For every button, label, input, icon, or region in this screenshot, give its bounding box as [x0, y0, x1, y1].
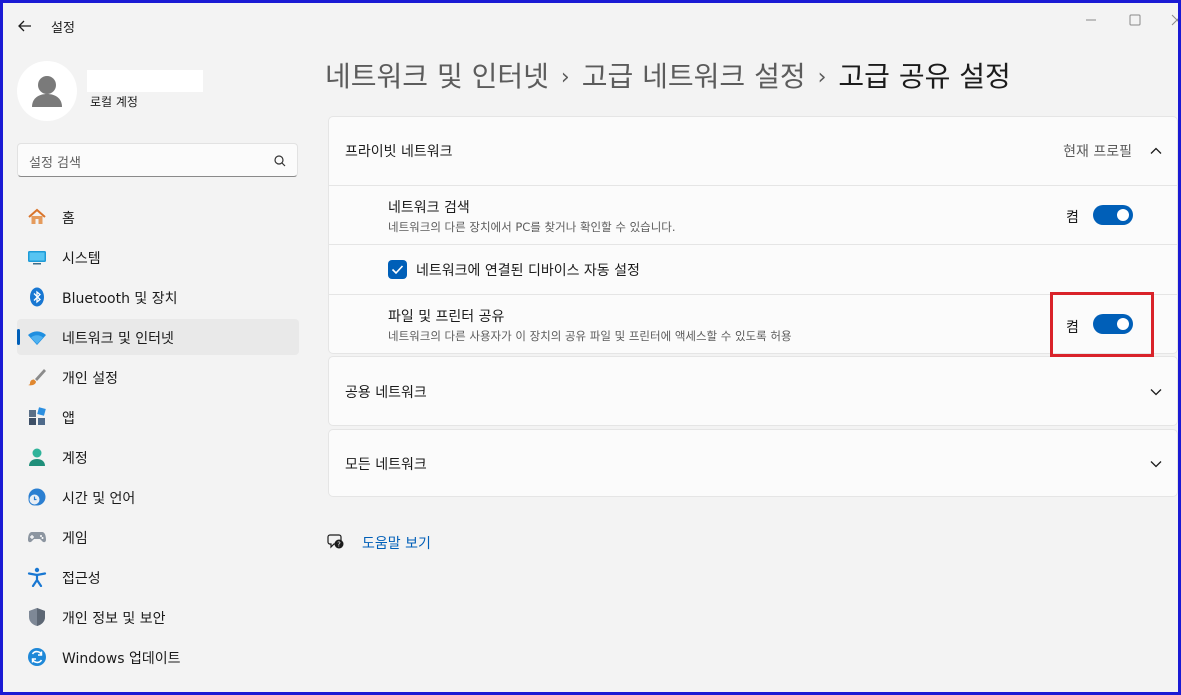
network-discovery-title: 네트워크 검색: [388, 200, 470, 216]
sidebar-item-label: 개인 정보 및 보안: [62, 611, 166, 627]
auto-setup-checkbox[interactable]: [388, 260, 407, 279]
search-icon: [273, 153, 287, 167]
account-icon: [27, 447, 47, 467]
chevron-down-icon[interactable]: [1148, 456, 1164, 472]
maximize-icon[interactable]: [1124, 9, 1146, 31]
sidebar-item-label: 홈: [62, 211, 75, 227]
wifi-icon: [27, 327, 47, 347]
sidebar-item-label: 시간 및 언어: [62, 491, 136, 507]
file-printer-sharing-description: 네트워크의 다른 사용자가 이 장치의 공유 파일 및 프린터에 액세스할 수 …: [388, 329, 792, 343]
settings-window: 설정 로컬 계정 설정 검색 홈 시스템 Bluetooth 및 장치 네트워크…: [0, 0, 1181, 695]
network-discovery-description: 네트워크의 다른 장치에서 PC를 찾거나 확인할 수 있습니다.: [388, 220, 676, 234]
update-icon: [27, 647, 47, 667]
file-printer-sharing-title: 파일 및 프린터 공유: [388, 309, 505, 325]
divider: [329, 185, 1177, 186]
chevron-down-icon[interactable]: [1148, 384, 1164, 400]
svg-text:?: ?: [337, 541, 341, 549]
breadcrumb: 네트워크 및 인터넷 › 고급 네트워크 설정 › 고급 공유 설정: [325, 55, 1011, 99]
title-bar: 설정: [3, 3, 1178, 47]
all-networks-section[interactable]: 모든 네트워크: [328, 429, 1178, 497]
avatar[interactable]: [17, 61, 77, 121]
current-profile-label: 현재 프로필: [1063, 144, 1132, 160]
sidebar-item-network[interactable]: 네트워크 및 인터넷: [17, 319, 299, 355]
breadcrumb-separator: ›: [817, 65, 827, 90]
divider: [329, 244, 1177, 245]
chevron-up-icon[interactable]: [1148, 143, 1164, 159]
highlight-annotation: [1050, 292, 1154, 357]
search-box[interactable]: 설정 검색: [17, 143, 298, 177]
auto-setup-label: 네트워크에 연결된 디바이스 자동 설정: [416, 263, 640, 279]
sidebar-item-time-language[interactable]: 시간 및 언어: [17, 479, 299, 515]
search-input[interactable]: 설정 검색: [29, 152, 81, 171]
shield-icon: [27, 607, 47, 627]
bluetooth-icon: [27, 287, 47, 307]
help-chat-icon: ?: [327, 532, 345, 550]
breadcrumb-network-internet[interactable]: 네트워크 및 인터넷: [325, 60, 549, 93]
clock-globe-icon: [27, 487, 47, 507]
sidebar-item-personalization[interactable]: 개인 설정: [17, 359, 299, 395]
sidebar-item-label: 앱: [62, 411, 75, 427]
accessibility-icon: [27, 567, 47, 588]
sidebar-item-apps[interactable]: 앱: [17, 399, 299, 435]
get-help-link[interactable]: 도움말 보기: [362, 533, 431, 553]
apps-icon: [27, 407, 47, 427]
sidebar-item-bluetooth[interactable]: Bluetooth 및 장치: [17, 279, 299, 315]
sidebar-item-system[interactable]: 시스템: [17, 239, 299, 275]
toggle-knob: [1117, 209, 1129, 221]
sidebar-item-windows-update[interactable]: Windows 업데이트: [17, 639, 299, 675]
private-network-title: 프라이빗 네트워크: [345, 144, 453, 160]
back-arrow-icon[interactable]: [14, 15, 36, 37]
app-title: 설정: [51, 21, 75, 36]
sidebar-item-home[interactable]: 홈: [17, 199, 299, 235]
sidebar-item-label: Windows 업데이트: [62, 651, 181, 667]
sidebar-item-label: Bluetooth 및 장치: [62, 291, 178, 307]
all-networks-title: 모든 네트워크: [345, 457, 427, 473]
sidebar-item-gaming[interactable]: 게임: [17, 519, 299, 555]
sidebar-item-label: 개인 설정: [62, 371, 118, 387]
close-icon[interactable]: [1166, 9, 1178, 31]
private-network-header[interactable]: 프라이빗 네트워크 현재 프로필: [329, 117, 1177, 185]
sidebar: 로컬 계정 설정 검색 홈 시스템 Bluetooth 및 장치 네트워크 및 …: [3, 47, 313, 692]
sidebar-item-label: 계정: [62, 451, 88, 467]
system-icon: [27, 247, 47, 267]
sidebar-item-label: 게임: [62, 531, 88, 547]
account-type: 로컬 계정: [90, 95, 138, 109]
sidebar-item-label: 시스템: [62, 251, 101, 267]
breadcrumb-advanced-network[interactable]: 고급 네트워크 설정: [582, 60, 806, 93]
public-network-title: 공용 네트워크: [345, 385, 427, 401]
breadcrumb-separator: ›: [560, 65, 570, 90]
sidebar-item-label: 네트워크 및 인터넷: [62, 331, 174, 347]
sidebar-item-privacy-security[interactable]: 개인 정보 및 보안: [17, 599, 299, 635]
network-discovery-state: 켬: [1066, 210, 1079, 226]
sidebar-item-accessibility[interactable]: 접근성: [17, 559, 299, 595]
minimize-icon[interactable]: [1080, 9, 1102, 31]
home-icon: [27, 207, 47, 227]
sidebar-item-accounts[interactable]: 계정: [17, 439, 299, 475]
brush-icon: [27, 367, 47, 387]
gamepad-icon: [27, 527, 47, 547]
page-title: 고급 공유 설정: [838, 60, 1011, 93]
sidebar-nav: 홈 시스템 Bluetooth 및 장치 네트워크 및 인터넷 개인 설정 앱 …: [17, 199, 299, 679]
username-redacted: [87, 70, 203, 92]
public-network-section[interactable]: 공용 네트워크: [328, 356, 1178, 426]
sidebar-item-label: 접근성: [62, 571, 101, 587]
network-discovery-toggle[interactable]: [1093, 205, 1133, 225]
